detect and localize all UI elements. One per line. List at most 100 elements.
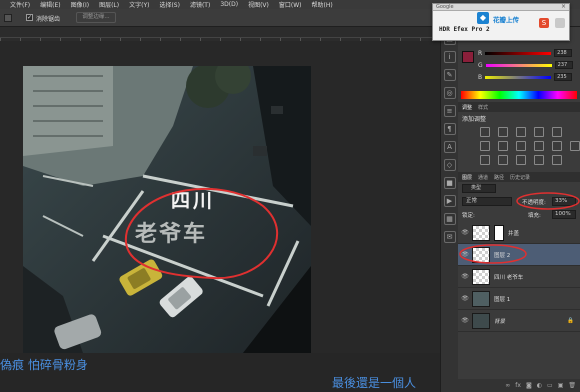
- menu-image[interactable]: 图像(I): [71, 0, 89, 9]
- layer-row-background[interactable]: 👁 背景 🔒: [458, 310, 580, 332]
- blend-mode-select[interactable]: 正常: [462, 197, 512, 206]
- trash-icon[interactable]: 🗑: [568, 382, 576, 389]
- eye-icon[interactable]: 👁: [458, 273, 472, 280]
- g-value[interactable]: 237: [554, 61, 573, 69]
- opacity-red-circle: [516, 192, 580, 210]
- actions-icon[interactable]: ▶: [443, 195, 456, 207]
- lock-icon: 🔒: [567, 317, 574, 324]
- popup-app-name: HDR Efex Pro 2: [439, 26, 490, 33]
- bw-icon[interactable]: [516, 141, 526, 151]
- layer-row-text[interactable]: 👁 四川 老爷车: [458, 266, 580, 288]
- menu-view[interactable]: 视图(V): [248, 0, 269, 9]
- hue-icon[interactable]: [480, 141, 490, 151]
- menu-3d[interactable]: 3D(D): [220, 1, 238, 8]
- r-label: R: [478, 49, 483, 57]
- upload-label[interactable]: 花瓣上传: [493, 14, 519, 24]
- layer-row-layer1[interactable]: 👁 图层 1: [458, 288, 580, 310]
- eye-icon[interactable]: 👁: [458, 229, 472, 236]
- tab-adjustments[interactable]: 调整: [462, 104, 472, 111]
- properties-icon[interactable]: ≡: [443, 105, 456, 117]
- new-adjustment-icon[interactable]: ◐: [537, 382, 542, 389]
- tab-paths[interactable]: 路径: [494, 174, 504, 181]
- gradient-map-icon[interactable]: [534, 155, 544, 165]
- layer-red-circle: [459, 244, 527, 264]
- color-spectrum-bar[interactable]: [461, 91, 577, 99]
- new-layer-icon[interactable]: ▣: [558, 382, 564, 389]
- curves-icon[interactable]: [516, 127, 526, 137]
- tool-preset-icon[interactable]: [4, 14, 12, 22]
- brush-icon[interactable]: ✎: [443, 69, 456, 81]
- link-layers-icon[interactable]: ∞: [505, 382, 510, 389]
- photo-canvas[interactable]: 四川 老爷车: [23, 66, 311, 353]
- r-value[interactable]: 238: [554, 49, 573, 57]
- popup-title: Google: [436, 4, 454, 10]
- popup-menu-icon[interactable]: [555, 18, 565, 28]
- caption-right: 最後還是一個人: [332, 376, 417, 390]
- selective-color-icon[interactable]: [552, 155, 562, 165]
- menu-select[interactable]: 选择(S): [159, 0, 180, 9]
- menu-window[interactable]: 窗口(W): [279, 0, 302, 9]
- b-value[interactable]: 235: [554, 73, 573, 81]
- s-app-icon[interactable]: S: [539, 18, 549, 28]
- add-mask-icon[interactable]: ◙: [526, 382, 532, 389]
- swatch-icon[interactable]: ■: [443, 177, 456, 189]
- layer-filter-select[interactable]: 类型: [462, 184, 496, 193]
- info-icon[interactable]: i: [443, 51, 456, 63]
- posterize-icon[interactable]: [498, 155, 508, 165]
- notes-icon[interactable]: ✉: [443, 231, 456, 243]
- exposure-icon[interactable]: [534, 127, 544, 137]
- red-annotation-circle: [124, 187, 279, 280]
- antialias-label: 消除锯齿: [36, 16, 61, 23]
- tool-preset-icon-2[interactable]: ◇: [443, 159, 456, 171]
- r-track[interactable]: [485, 51, 552, 55]
- fx-icon[interactable]: fx: [515, 382, 521, 389]
- eye-icon[interactable]: 👁: [458, 317, 472, 324]
- tab-channels[interactable]: 通道: [478, 174, 488, 181]
- brightness-icon[interactable]: [480, 127, 490, 137]
- popup-titlebar: Google ×: [433, 3, 569, 11]
- lock-label: 锁定:: [462, 213, 475, 219]
- menu-type[interactable]: 文字(Y): [129, 0, 149, 9]
- refine-edge-button[interactable]: 调整边缘...: [76, 12, 116, 23]
- threshold-icon[interactable]: [516, 155, 526, 165]
- new-group-icon[interactable]: ▭: [547, 382, 553, 389]
- invert-icon[interactable]: [480, 155, 490, 165]
- clone-icon[interactable]: ◎: [443, 87, 456, 99]
- lookup-icon[interactable]: [570, 141, 580, 151]
- color-slider-g[interactable]: G 237: [458, 59, 580, 71]
- character-icon[interactable]: A: [443, 141, 456, 153]
- menu-file[interactable]: 文件(F): [10, 0, 30, 9]
- popup-close-icon[interactable]: ×: [561, 3, 566, 10]
- color-slider-b[interactable]: B 235: [458, 71, 580, 83]
- menu-edit[interactable]: 编辑(E): [40, 0, 60, 9]
- layer-mask-thumbnail: [494, 224, 504, 241]
- photo-filter-icon[interactable]: [534, 141, 544, 151]
- tab-history[interactable]: 历史记录: [510, 174, 530, 181]
- layer-name: 四川 老爷车: [494, 274, 524, 281]
- tab-layers[interactable]: 图层: [462, 174, 472, 181]
- tab-styles[interactable]: 样式: [478, 104, 488, 111]
- upload-app-icon[interactable]: ◆: [477, 12, 489, 24]
- layer-comp-icon[interactable]: ▦: [443, 213, 456, 225]
- blend-mode-value: 正常: [466, 198, 478, 204]
- g-label: G: [478, 61, 483, 69]
- antialias-checkbox[interactable]: ✓: [26, 14, 33, 21]
- adjustment-icons: [458, 127, 580, 165]
- fill-input[interactable]: 100%: [552, 210, 576, 219]
- layer-thumbnail: [472, 290, 490, 307]
- menu-filter[interactable]: 滤镜(T): [190, 0, 210, 9]
- color-balance-icon[interactable]: [498, 141, 508, 151]
- menu-layer[interactable]: 图层(L): [99, 0, 119, 9]
- paragraph-icon[interactable]: ¶: [443, 123, 456, 135]
- adjustments-tabs: 调整 样式: [458, 102, 580, 112]
- color-slider-r[interactable]: R 238: [458, 47, 580, 59]
- vibrance-icon[interactable]: [552, 127, 562, 137]
- g-track[interactable]: [485, 63, 552, 67]
- layer-name: 背景: [494, 318, 506, 325]
- menu-help[interactable]: 帮助(H): [312, 0, 333, 9]
- levels-icon[interactable]: [498, 127, 508, 137]
- eye-icon[interactable]: 👁: [458, 295, 472, 302]
- b-track[interactable]: [485, 75, 552, 79]
- channel-mixer-icon[interactable]: [552, 141, 562, 151]
- layer-row-manhole[interactable]: 👁 井盖: [458, 222, 580, 244]
